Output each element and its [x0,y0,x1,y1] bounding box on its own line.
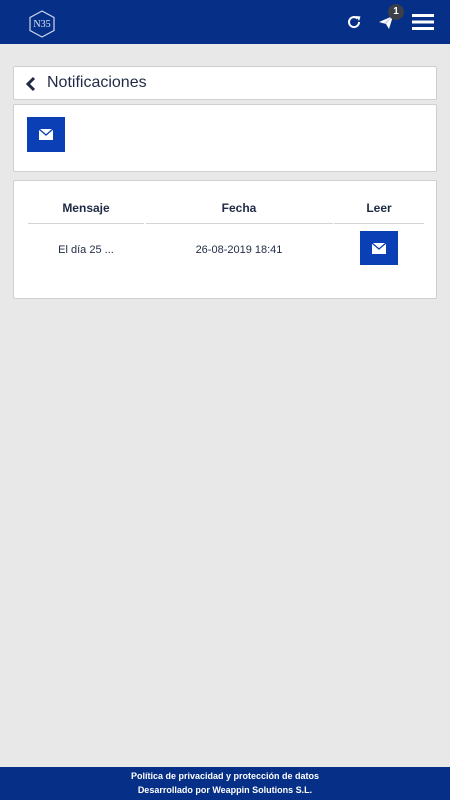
column-header-fecha: Fecha [221,201,257,215]
back-button[interactable] [24,75,38,93]
message-cell: El día 25 ... [58,244,114,256]
refresh-button[interactable] [342,0,366,44]
header-divider [334,223,424,224]
header-divider [146,223,333,224]
chevron-left-icon [25,76,36,92]
title-panel: Notificaciones [13,66,437,100]
page-title: Notificaciones [47,74,147,91]
column-header-mensaje: Mensaje [62,201,110,215]
date-cell: 26-08-2019 18:41 [195,244,283,256]
actions-panel [13,104,437,172]
new-message-button[interactable] [27,117,65,152]
footer: Política de privacidad y protección de d… [0,767,450,800]
privacy-policy-link[interactable]: Política de privacidad y protección de d… [0,769,450,783]
developer-credit: Desarrollado por Weappin Solutions S.L. [137,785,313,795]
refresh-icon [348,16,361,29]
read-message-button[interactable] [360,231,398,265]
envelope-icon [372,242,386,254]
notification-count-badge: 1 [388,4,404,20]
header-divider [28,223,144,224]
menu-button[interactable] [410,0,436,44]
logo[interactable]: N35 [28,10,56,38]
notifications-table: Mensaje Fecha Leer El día 25 ... 26-08-2… [13,180,437,299]
column-header-leer: Leer [366,201,392,215]
menu-icon [412,14,434,30]
hexagon-logo-icon: N35 [29,10,55,38]
top-navbar: N35 1 [0,0,450,44]
logo-text: N35 [33,19,50,30]
envelope-icon [39,129,53,140]
